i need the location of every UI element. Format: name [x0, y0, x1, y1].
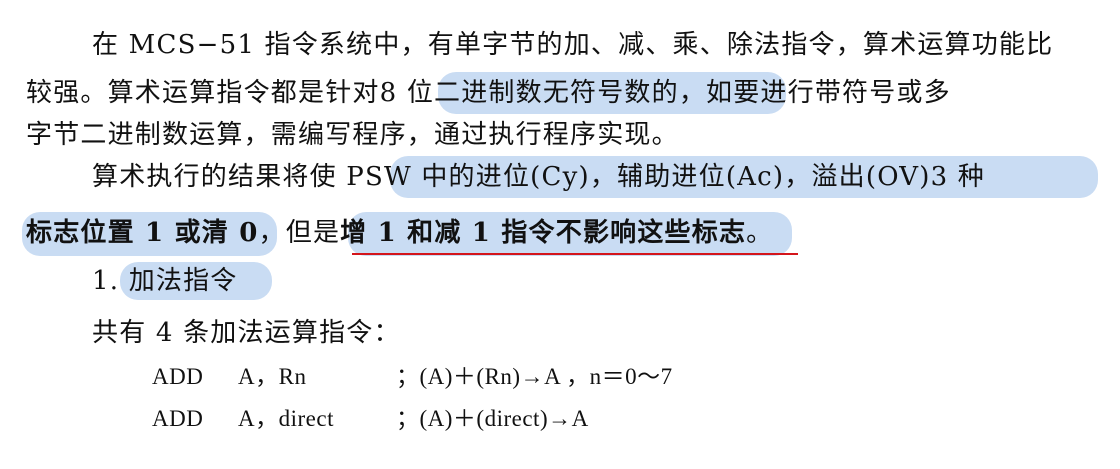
section-title: 加法指令	[128, 266, 238, 296]
red-underline	[352, 253, 798, 255]
paragraph2-line4-before: 算术执行的结果将使	[92, 162, 347, 192]
paragraph2-line4-highlight: PSW 中的进位(Cy)，辅助进位(Ac)，溢出(OV)3 种	[346, 162, 985, 192]
instruction-comment-1: ；(A)＋(Rn)→A ，n＝0～7	[396, 364, 673, 389]
paragraph1-line2-highlight: 8 位二进制数无符号数	[379, 78, 652, 108]
paragraph1-line2-after: 的，如要进行带符号或多	[651, 78, 951, 108]
instruction-operands-1: A，Rn	[238, 364, 307, 389]
paragraph2-line5-underlined: 增 1 和减 1 指令不影响这些标志	[340, 218, 747, 248]
paragraph1-line2-before: 较强。算术运算指令都是针对	[26, 78, 380, 108]
instruction-mnemonic-2: ADD	[152, 406, 204, 431]
instruction-operands-2: A，direct	[238, 406, 334, 431]
instruction-comment-2: ；(A)＋(direct)→A	[396, 406, 589, 431]
paragraph1-line3: 字节二进制数运算，需编写程序，通过执行程序实现。	[26, 120, 679, 150]
paragraph2-line5-end: 。	[746, 218, 774, 248]
intro-line: 共有 4 条加法运算指令：	[92, 318, 401, 348]
paragraph1-line1: 在 MCS−51 指令系统中，有单字节的加、减、乘、除法指令，算术运算功能比	[92, 30, 1054, 60]
instruction-mnemonic-1: ADD	[152, 364, 204, 389]
paragraph1-line2: 较强。算术运算指令都是针对8 位二进制数无符号数的，如要进行带符号或多	[26, 76, 951, 110]
paragraph2-line5: 标志位置 1 或清 0，但是增 1 和减 1 指令不影响这些标志。	[26, 216, 773, 250]
section-heading: 1. 加法指令	[92, 264, 238, 298]
paragraph2-line4: 算术执行的结果将使 PSW 中的进位(Cy)，辅助进位(Ac)，溢出(OV)3 …	[92, 160, 985, 194]
paragraph2-line5-highlight: 标志位置 1 或清 0	[26, 218, 259, 248]
section-number: 1.	[92, 266, 120, 296]
paragraph2-line5-middle: ，但是	[258, 218, 341, 248]
